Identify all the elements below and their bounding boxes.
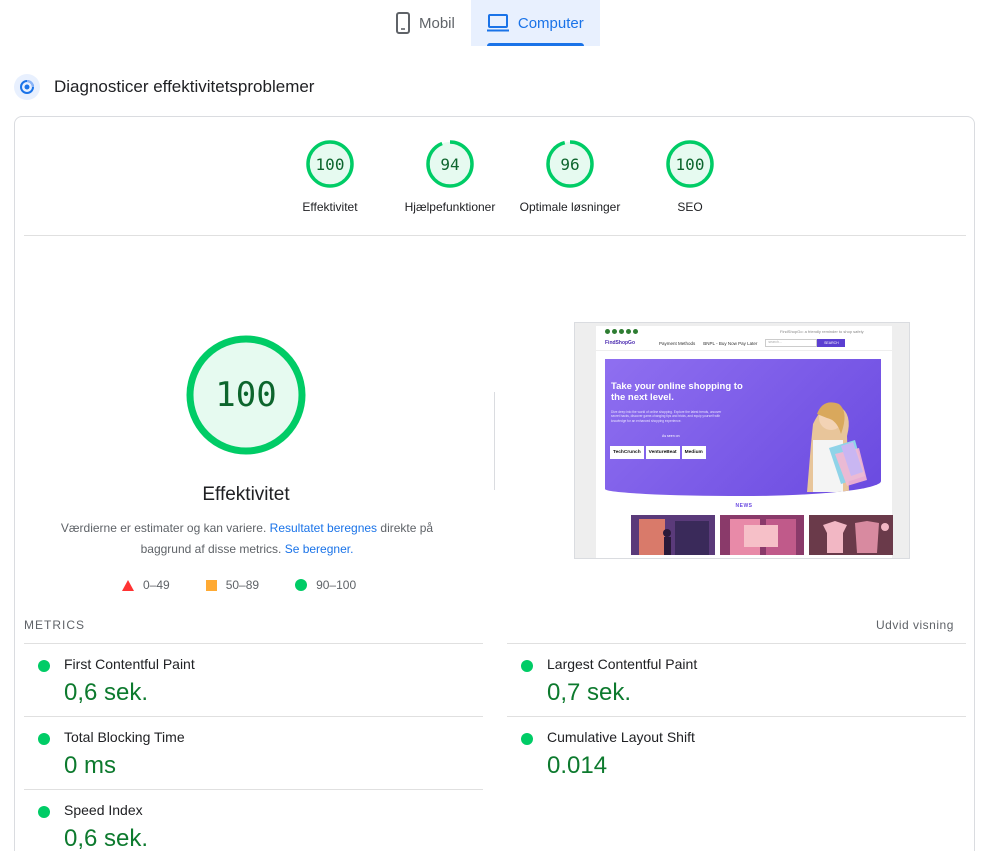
gauge-score: 94 [440, 154, 460, 174]
gauge-label: Hjælpefunktioner [404, 200, 496, 214]
tab-mobile-label: Mobil [419, 14, 455, 32]
pass-circle-icon [38, 733, 50, 745]
screenshot-topbar: FindShopGo: a friendly reminder to shop … [596, 326, 892, 336]
pass-circle-icon [521, 733, 533, 745]
performance-description: Værdierne er estimater og kan variere. R… [56, 518, 438, 560]
metric-lcp: Largest Contentful Paint 0,7 sek. [507, 643, 966, 716]
pass-circle-icon [38, 806, 50, 818]
page-screenshot[interactable]: FindShopGo: a friendly reminder to shop … [574, 322, 910, 559]
score-legend: 0–49 50–89 90–100 [122, 578, 392, 592]
social-icon [612, 328, 617, 334]
legend-range: 90–100 [316, 578, 357, 592]
metric-name: First Contentful Paint [64, 656, 195, 672]
gauge-score: 100 [675, 154, 705, 174]
gauge-best-practices[interactable]: 96 Optimale løsninger [510, 140, 630, 214]
metrics-heading: METRICS [24, 618, 85, 632]
legend-fail: 0–49 [122, 578, 170, 592]
metric-fcp: First Contentful Paint 0,6 sek. [24, 643, 483, 716]
metric-cls: Cumulative Layout Shift 0.014 [507, 716, 966, 789]
gauge-label: SEO [677, 200, 703, 214]
screenshot-search-button: SEARCH [817, 339, 846, 347]
device-tabs: Mobil Computer [380, 0, 600, 46]
gauge-ring: 100 [306, 140, 354, 188]
metric-name: Speed Index [64, 802, 143, 818]
gauge-ring: 100 [666, 140, 714, 188]
screenshot-logo: FindShopGo [605, 340, 635, 346]
screenshot-nav-item: Payment Methods [659, 340, 696, 346]
phone-icon [396, 12, 410, 34]
metric-tbt: Total Blocking Time 0 ms [24, 716, 483, 789]
metric-si: Speed Index 0,6 sek. [24, 789, 483, 851]
press-logo: VentureBeat [645, 446, 680, 459]
tab-desktop-label: Computer [517, 14, 584, 32]
performance-score: 100 [215, 375, 277, 415]
social-icon [633, 328, 638, 334]
pass-circle-icon [295, 579, 308, 591]
pass-circle-icon [38, 660, 50, 672]
legend-range: 50–89 [225, 578, 260, 592]
metric-value: 0,6 sek. [64, 825, 149, 851]
metric-name: Total Blocking Time [64, 729, 185, 745]
screenshot-hero-title: Take your online shopping to the next le… [611, 381, 743, 403]
social-icon [605, 328, 610, 334]
section-title: Diagnosticer effektivitetsproblemer [54, 77, 315, 96]
performance-label: Effektivitet [202, 484, 290, 505]
pass-circle-icon [521, 660, 533, 672]
metric-value: 0 ms [64, 752, 117, 779]
gauge-seo[interactable]: 100 SEO [630, 140, 750, 214]
press-logo: TechCrunch [610, 446, 644, 459]
social-icon [626, 328, 631, 334]
screenshot-notice: FindShopGo: a friendly reminder to shop … [780, 328, 864, 334]
expand-view-toggle[interactable]: Udvid visning [876, 618, 954, 632]
legend-average: 50–89 [205, 578, 260, 592]
screenshot-news-label: NEWS [735, 503, 753, 509]
news-image [720, 515, 804, 555]
section-heading: Diagnosticer effektivitetsproblemer [14, 74, 314, 100]
gauge-label: Optimale løsninger [519, 200, 621, 214]
screenshot-page: FindShopGo: a friendly reminder to shop … [596, 326, 893, 558]
gauge-ring: 96 [546, 140, 594, 188]
calculated-link[interactable]: Resultatet beregnes [270, 521, 377, 535]
screenshot-press-logos: TechCrunch VentureBeat Medium [610, 446, 706, 459]
tab-mobile[interactable]: Mobil [380, 0, 471, 46]
news-image [809, 515, 893, 555]
screenshot-nav: FindShopGo Payment Methods BNPL - Buy No… [596, 336, 892, 351]
gauge-performance[interactable]: 100 Effektivitet [270, 140, 390, 214]
gauge-score: 96 [560, 154, 580, 174]
desc-text: Værdierne er estimater og kan variere. [60, 521, 267, 535]
gauges-divider [24, 235, 966, 236]
legend-pass: 90–100 [295, 578, 356, 592]
performance-gauge: 100 [186, 335, 306, 455]
vertical-separator [494, 392, 495, 490]
social-icon [619, 328, 624, 334]
legend-range: 0–49 [143, 578, 170, 592]
news-image [631, 515, 715, 555]
diagnose-icon [14, 74, 40, 100]
average-square-icon [205, 579, 217, 591]
gauge-accessibility[interactable]: 94 Hjælpefunktioner [390, 140, 510, 214]
screenshot-hero-text: Dive deep into the world of online shopp… [611, 410, 722, 423]
screenshot-hero: Take your online shopping to the next le… [605, 359, 881, 496]
metric-value: 0,6 sek. [64, 679, 149, 706]
screenshot-seen-on: As seen on [662, 434, 680, 438]
gauge-score: 100 [315, 154, 345, 174]
shopper-illustration [807, 402, 867, 492]
gauge-ring: 94 [426, 140, 474, 188]
screenshot-search: search... [765, 339, 818, 347]
desktop-icon [486, 14, 509, 32]
fail-triangle-icon [122, 579, 134, 591]
screenshot-nav-item: BNPL - Buy Now Pay Later [703, 340, 758, 346]
see-calculator-link[interactable]: Se beregner. [285, 542, 354, 556]
press-logo: Medium [681, 446, 706, 459]
metric-value: 0.014 [547, 752, 608, 779]
metric-name: Largest Contentful Paint [547, 656, 698, 672]
category-gauges: 100 Effektivitet 94 Hjælpefunktioner 96 … [270, 140, 750, 214]
tab-desktop[interactable]: Computer [470, 0, 600, 46]
screenshot-news-images [631, 515, 893, 555]
metric-name: Cumulative Layout Shift [547, 729, 695, 745]
gauge-label: Effektivitet [302, 200, 358, 214]
metric-value: 0,7 sek. [547, 679, 632, 706]
